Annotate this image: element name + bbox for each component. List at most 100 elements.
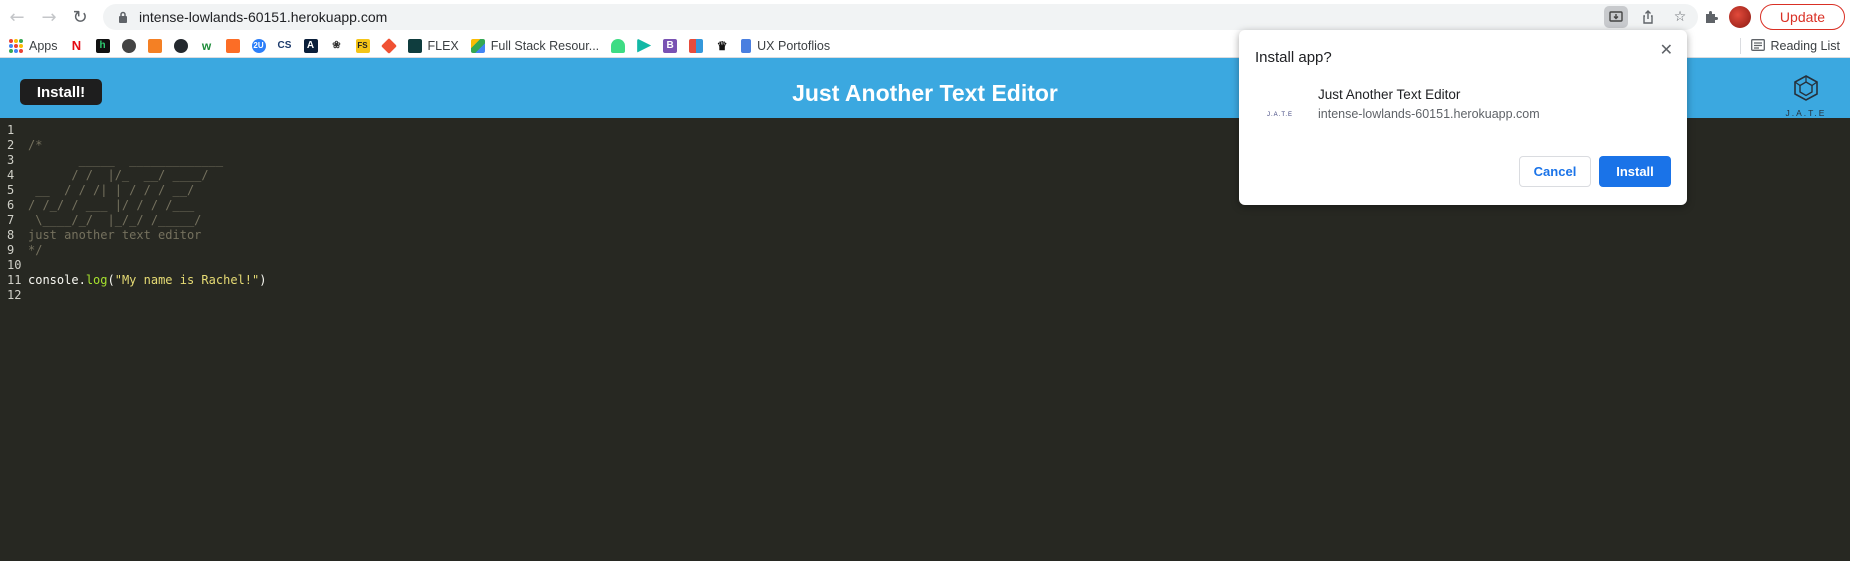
app-icon: J.A.T.E [1266,112,1293,118]
bookmark-fullstack-label: Full Stack Resour... [490,38,600,53]
share-icon[interactable] [1636,6,1660,28]
code-paren-open: ( [107,273,115,287]
line-text: just another text editor [28,228,202,242]
bookmark-a[interactable]: A [298,34,324,58]
reading-list-label: Reading List [1770,39,1841,53]
play-icon [637,38,652,53]
bookmark-gitlab[interactable] [220,34,246,58]
bookmark-puzzle[interactable] [683,34,709,58]
doc-icon [741,38,752,53]
reload-icon[interactable]: ↻ [66,3,94,31]
editor-line: 7 \____/_/ |_/_/ /_____/ [0,213,201,228]
browser-toolbar: ← → ↻ intense-lowlands-60151.herokuapp.c… [0,0,1850,34]
editor-line: 1 [0,123,28,138]
netflix-icon: N [69,38,84,53]
bookmark-h[interactable]: h [90,34,116,58]
bookmark-apps[interactable]: Apps [0,34,64,58]
profile-avatar[interactable] [1729,6,1751,28]
extensions-icon[interactable] [1699,5,1723,29]
jate-logo-icon [1794,75,1818,101]
line-number: 7 [7,213,15,227]
bookmark-2u[interactable]: 2U [246,34,272,58]
google-drive-icon [470,38,485,53]
line-number: 9 [7,243,15,257]
bookmark-ribbon[interactable]: ❀ [324,34,350,58]
android-icon [611,38,626,53]
bookmark-globe[interactable] [116,34,142,58]
bookmark-git[interactable] [376,34,402,58]
line-text: _____ _____________ [28,153,224,167]
bookmark-android[interactable] [605,34,631,58]
bookmark-bootstrap[interactable]: B [657,34,683,58]
crown-icon: ♛ [715,38,730,53]
app-logo: J.A.T.E [1783,74,1829,118]
forward-icon[interactable]: → [35,3,63,31]
url-text[interactable]: intense-lowlands-60151.herokuapp.com [139,9,387,25]
editor-line: 9 */ [0,243,42,258]
a-icon: A [303,38,318,53]
cancel-button[interactable]: Cancel [1519,156,1591,187]
line-number: 8 [7,228,15,242]
code-dot: . [78,273,86,287]
dialog-app-name: Just Another Text Editor [1318,87,1461,102]
ribbon-icon: ❀ [329,38,344,53]
bookmark-play[interactable] [631,34,657,58]
line-number: 2 [7,138,15,152]
bookmark-separator [1739,38,1741,54]
line-text: /* [28,138,43,152]
line-text: __ / / /| | / / / __/ [28,183,195,197]
bookmark-fs[interactable]: FS [350,34,376,58]
stackoverflow-icon [147,38,162,53]
editor-line: 12 [0,288,28,303]
editor-line: 2 /* [0,138,42,153]
bookmark-flex[interactable]: FLEX [402,34,465,58]
editor-line: 6 / /_/ / ___ |/ / / /___ [0,198,194,213]
git-icon [380,37,397,54]
line-number: 10 [7,258,22,272]
editor-line: 8 just another text editor [0,228,201,243]
github-icon [173,38,188,53]
fs-icon: FS [355,38,370,53]
update-button[interactable]: Update [1760,4,1845,30]
bookmark-w[interactable]: w [194,34,220,58]
line-text: / / |/_ __/ ____/ [28,168,209,182]
bootstrap-icon: B [663,38,678,53]
install-app-icon[interactable] [1604,6,1628,28]
bookmark-stackoverflow[interactable] [142,34,168,58]
bookmark-star-icon[interactable]: ☆ [1668,6,1692,28]
dialog-app-origin: intense-lowlands-60151.herokuapp.com [1318,107,1540,121]
gitlab-icon [225,38,240,53]
line-number: 5 [7,183,15,197]
line-text: / /_/ / ___ |/ / / /___ [28,198,195,212]
bookmark-ux-label: UX Portoflios [757,38,831,53]
reading-list[interactable]: Reading List [1739,34,1841,58]
lock-icon[interactable] [115,11,131,23]
bookmark-crown[interactable]: ♛ [709,34,735,58]
editor-line: 5 __ / / /| | / / / __/ [0,183,194,198]
line-text: */ [28,243,43,257]
code-object: console [28,273,79,287]
back-icon[interactable]: ← [3,3,31,31]
editor-line: 11 console.log("My name is Rachel!") [0,273,266,288]
address-bar[interactable]: intense-lowlands-60151.herokuapp.com ☆ [103,4,1698,30]
code-string: "My name is Rachel!" [114,273,260,287]
dialog-title: Install app? [1255,49,1332,66]
editor-line: 3 _____ _____________ [0,153,223,168]
bookmark-flex-label: FLEX [427,38,459,53]
code-paren-close: ) [259,273,267,287]
bookmark-github[interactable] [168,34,194,58]
apps-grid-icon [9,38,23,53]
bookmark-ux[interactable]: UX Portoflios [735,34,836,58]
close-icon[interactable]: ✕ [1660,40,1673,59]
globe-icon [121,38,136,53]
dialog-install-button[interactable]: Install [1599,156,1671,187]
editor-line: 10 [0,258,28,273]
bookmark-cs[interactable]: CS [272,34,298,58]
bookmark-fullstack[interactable]: Full Stack Resour... [465,34,605,58]
cs-icon: CS [277,38,292,53]
line-text: \____/_/ |_/_/ /_____/ [28,213,202,227]
bookmark-netflix[interactable]: N [64,34,90,58]
bookmark-apps-label: Apps [29,38,58,53]
install-app-dialog: Install app? ✕ J.A.T.E Just Another Text… [1239,30,1687,205]
w-icon: w [199,38,214,53]
